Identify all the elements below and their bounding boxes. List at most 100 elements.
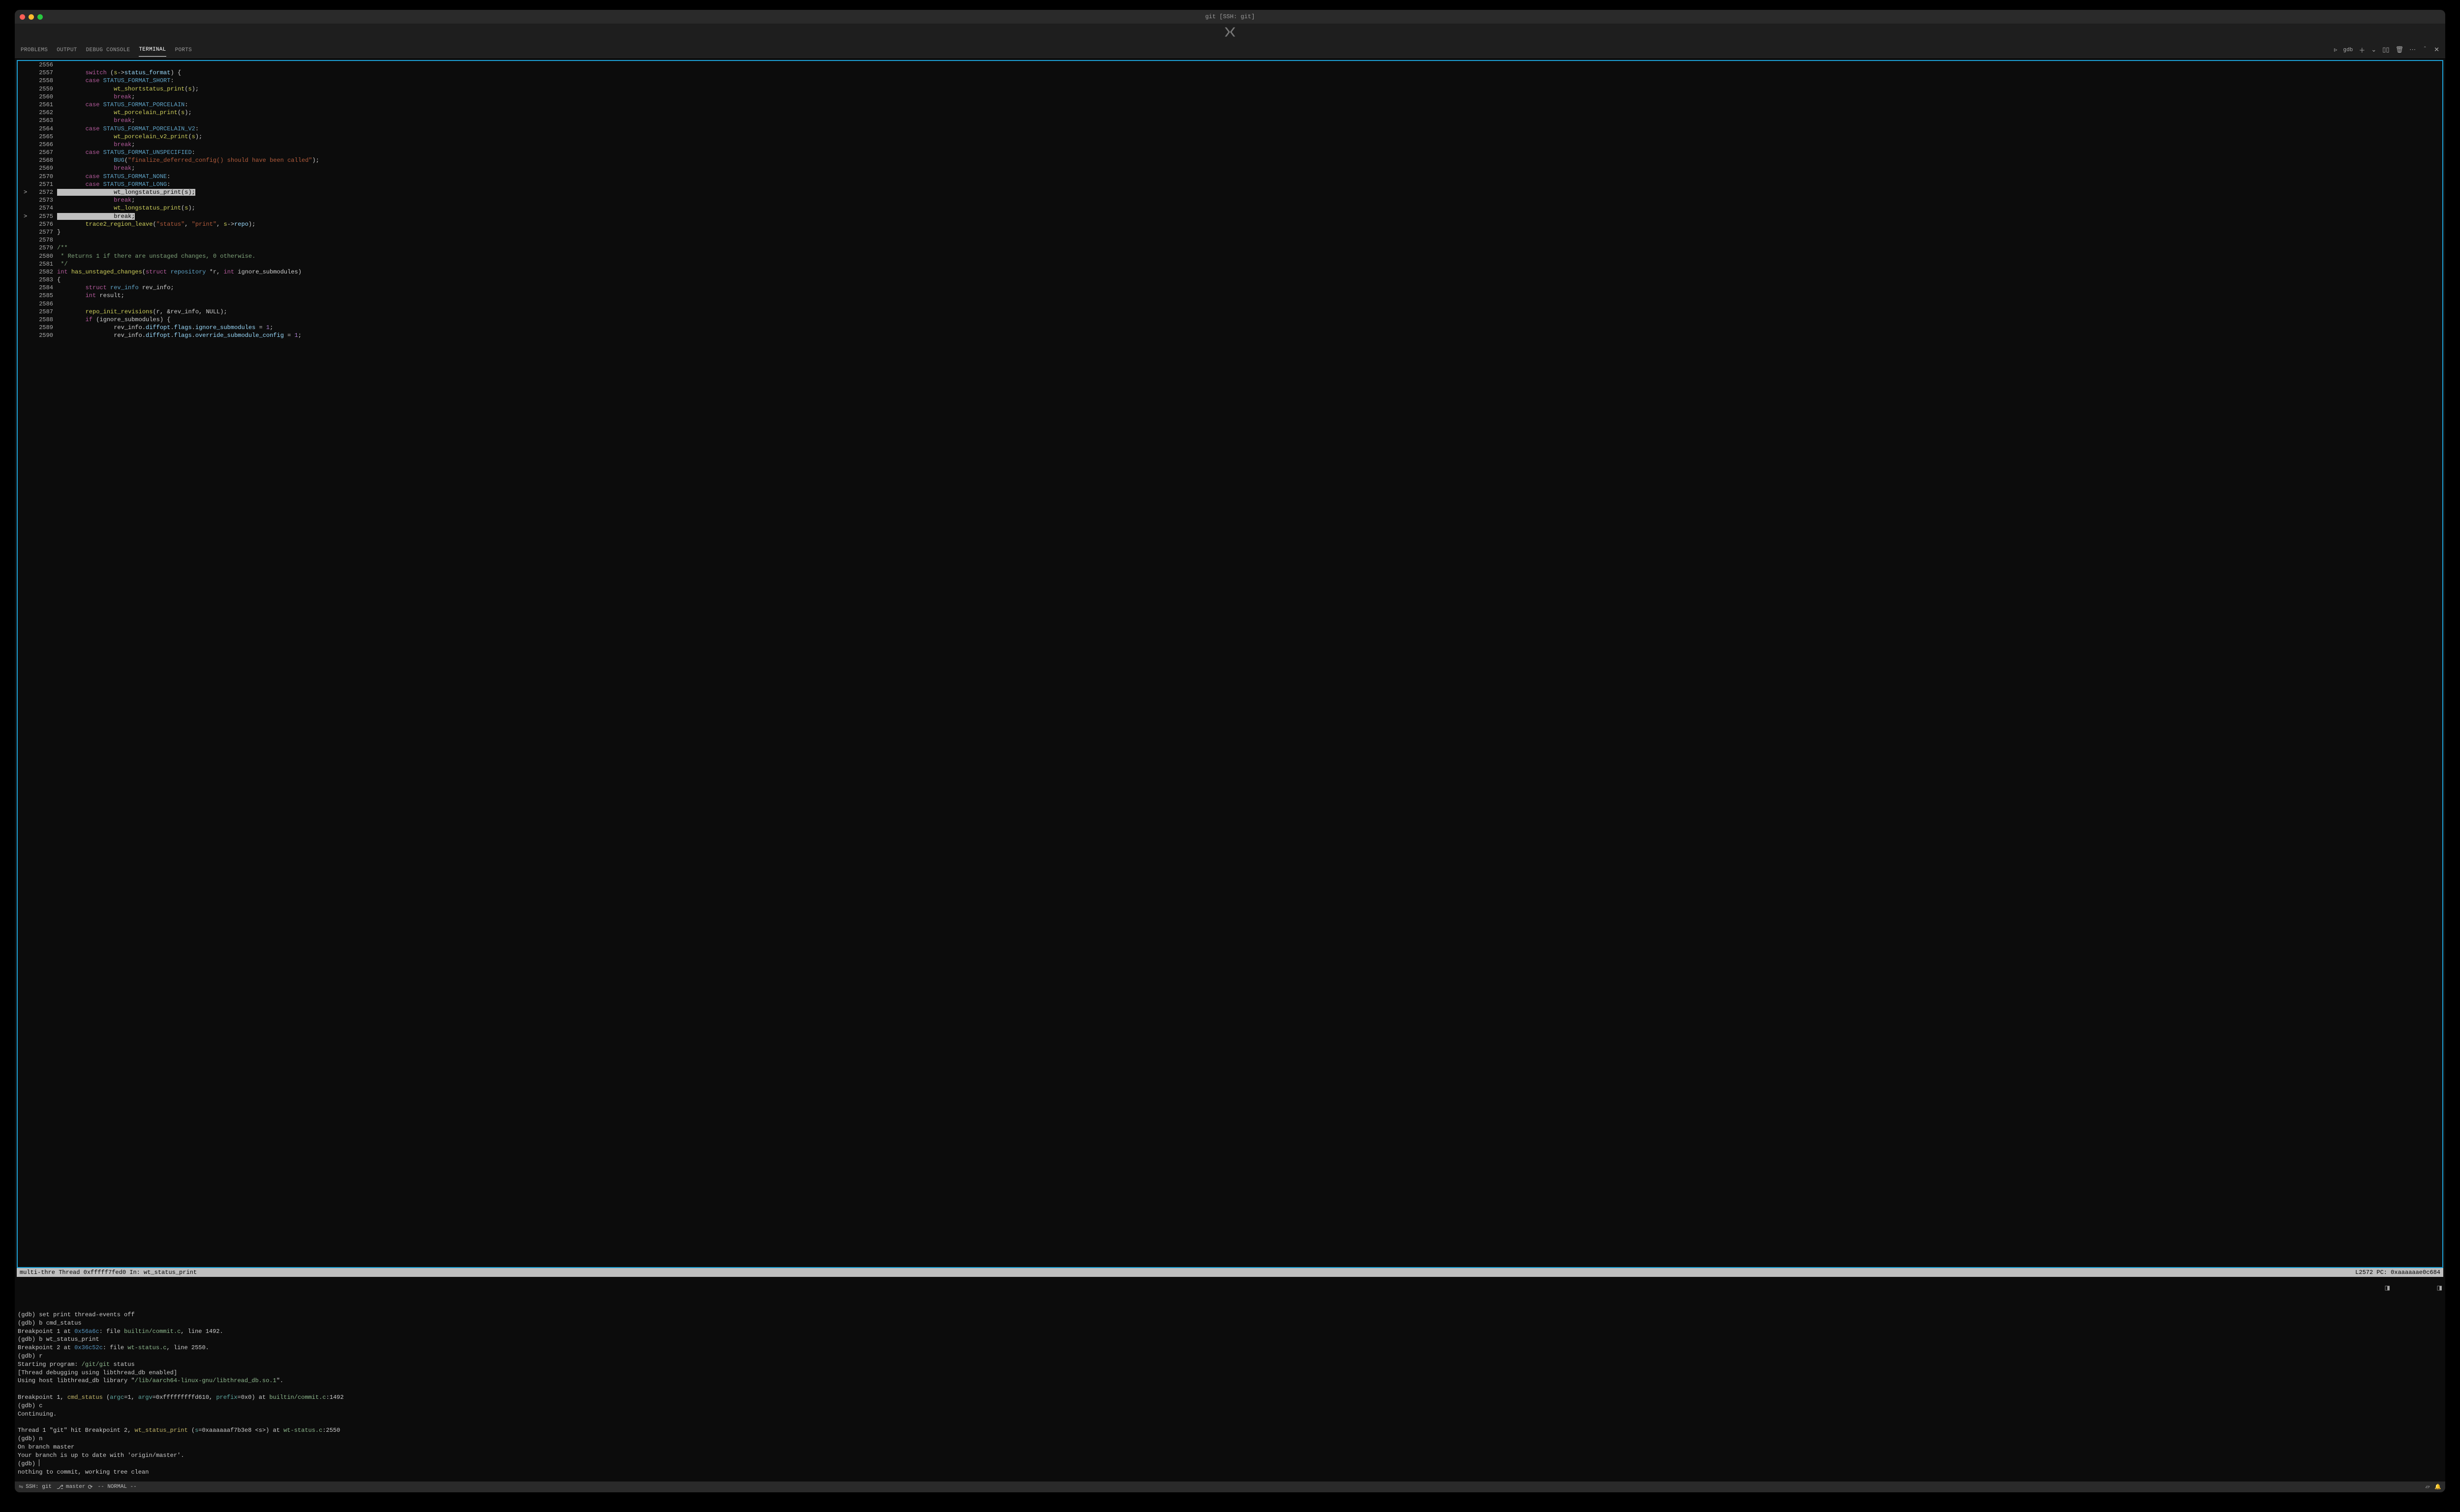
terminal-profile-name: gdb — [2343, 47, 2353, 53]
gutter-mark: > — [24, 212, 33, 220]
notifications-bell-icon[interactable]: 🔔 — [2434, 1483, 2441, 1490]
remote-icon: ⇋ — [19, 1483, 23, 1490]
gutter-mark — [24, 268, 33, 276]
tui-status-right: L2572 PC: 0xaaaaaae0c684 — [2355, 1269, 2440, 1276]
source-line: 2560 break; — [18, 93, 2442, 101]
gutter-mark — [24, 156, 33, 164]
more-actions-icon[interactable]: ⋯ — [2409, 46, 2416, 54]
source-line: 2571 case STATUS_FORMAT_LONG: — [18, 181, 2442, 188]
remote-ssh-indicator[interactable]: ⇋ SSH: git — [19, 1483, 52, 1490]
minimize-window-button[interactable] — [29, 14, 34, 20]
vim-mode-indicator: -- NORMAL -- — [98, 1484, 137, 1490]
code-content: wt_shortstatus_print(s); — [57, 85, 199, 93]
code-content: repo_init_revisions(r, &rev_info, NULL); — [57, 308, 227, 316]
line-number: 2558 — [33, 77, 57, 85]
source-line: 2565 wt_porcelain_v2_print(s); — [18, 133, 2442, 141]
code-content: struct rev_info rev_info; — [57, 284, 174, 292]
gdb-tui-source-window[interactable]: 2556 2557 switch (s->status_format) { 25… — [17, 60, 2443, 1268]
gutter-mark — [24, 316, 33, 324]
line-number: 2570 — [33, 173, 57, 181]
source-line: 2583{ — [18, 276, 2442, 284]
gdb-output-line: (gdb) b cmd_status — [18, 1319, 2442, 1328]
kill-terminal-icon[interactable]: 🗑 — [2396, 46, 2404, 54]
terminal-area[interactable]: 2556 2557 switch (s->status_format) { 25… — [15, 58, 2445, 1482]
source-line: 2581 */ — [18, 260, 2442, 268]
code-content: case STATUS_FORMAT_UNSPECIFIED: — [57, 149, 195, 156]
close-window-button[interactable] — [20, 14, 25, 20]
line-number: 2580 — [33, 252, 57, 260]
panel-tabs: PROBLEMS OUTPUT DEBUG CONSOLE TERMINAL P… — [15, 42, 2445, 58]
source-line: 2590 rev_info.diffopt.flags.override_sub… — [18, 332, 2442, 339]
source-line: 2588 if (ignore_submodules) { — [18, 316, 2442, 324]
source-line: 2573 break; — [18, 196, 2442, 204]
code-content: break; — [57, 93, 135, 101]
gdb-output-line: [Thread debugging using libthread_db ena… — [18, 1369, 2442, 1377]
code-content: int has_unstaged_changes(struct reposito… — [57, 268, 302, 276]
source-line: >2572 wt_longstatus_print(s); — [18, 188, 2442, 196]
tab-ports[interactable]: PORTS — [175, 47, 192, 53]
remote-host-label: SSH: git — [26, 1484, 52, 1490]
gdb-output-line: (gdb) — [18, 1459, 2442, 1468]
code-content: break; — [57, 196, 135, 204]
line-number: 2574 — [33, 204, 57, 212]
gutter-mark — [24, 69, 33, 77]
traffic-lights — [20, 14, 43, 20]
gdb-output-line: Breakpoint 1 at 0x56a6c: file builtin/co… — [18, 1328, 2442, 1336]
line-number: 2588 — [33, 316, 57, 324]
tab-problems[interactable]: PROBLEMS — [21, 47, 48, 53]
gutter-mark — [24, 252, 33, 260]
app-window: git [SSH: git] PROBLEMS OUTPUT DEBUG CON… — [15, 10, 2445, 1492]
gutter-mark — [24, 133, 33, 141]
editor-placeholder — [15, 24, 2445, 42]
tab-output[interactable]: OUTPUT — [57, 47, 77, 53]
tab-debug-console[interactable]: DEBUG CONSOLE — [86, 47, 130, 53]
vscode-logo-icon — [1223, 25, 1237, 41]
code-content: break; — [57, 117, 135, 124]
gutter-mark — [24, 276, 33, 284]
split-terminal-icon[interactable]: ▯▯ — [2382, 46, 2389, 54]
scroll-indicator-icon: ◨ — [2437, 1284, 2442, 1293]
maximize-window-button[interactable] — [37, 14, 43, 20]
gutter-mark — [24, 164, 33, 172]
gutter-mark — [24, 85, 33, 93]
gutter-mark — [24, 308, 33, 316]
source-line: 2589 rev_info.diffopt.flags.ignore_submo… — [18, 324, 2442, 332]
code-content: if (ignore_submodules) { — [57, 316, 170, 324]
gutter-mark — [24, 61, 33, 69]
terminal-dropdown-icon[interactable]: ⌄ — [2371, 46, 2376, 54]
maximize-panel-icon[interactable]: ＾ — [2422, 45, 2428, 55]
code-content: wt_porcelain_v2_print(s); — [57, 133, 202, 141]
code-content: break; — [57, 212, 135, 220]
gdb-output-line: On branch master — [18, 1443, 2442, 1452]
code-content: */ — [57, 260, 68, 268]
source-line: 2586 — [18, 300, 2442, 308]
git-sync-icon[interactable]: ⟳ — [88, 1483, 92, 1491]
line-number: 2573 — [33, 196, 57, 204]
gutter-mark — [24, 284, 33, 292]
gutter-mark — [24, 173, 33, 181]
gdb-output-line: Breakpoint 1, cmd_status (argc=1, argv=0… — [18, 1393, 2442, 1402]
line-number: 2590 — [33, 332, 57, 339]
window-titlebar[interactable]: git [SSH: git] — [15, 10, 2445, 24]
code-content: break; — [57, 164, 135, 172]
source-line: 2584 struct rev_info rev_info; — [18, 284, 2442, 292]
layout-button-icon[interactable]: ▱ — [2426, 1483, 2429, 1490]
line-number: 2564 — [33, 125, 57, 133]
source-line: 2558 case STATUS_FORMAT_SHORT: — [18, 77, 2442, 85]
gdb-output-line: Starting program: /git/git status — [18, 1361, 2442, 1369]
line-number: 2576 — [33, 220, 57, 228]
line-number: 2568 — [33, 156, 57, 164]
line-number: 2556 — [33, 61, 57, 69]
new-terminal-button[interactable]: ＋ — [2359, 45, 2365, 55]
code-content: case STATUS_FORMAT_PORCELAIN_V2: — [57, 125, 199, 133]
gutter-mark — [24, 220, 33, 228]
line-number: 2583 — [33, 276, 57, 284]
line-number: 2565 — [33, 133, 57, 141]
code-content: wt_longstatus_print(s); — [57, 204, 195, 212]
tab-terminal[interactable]: TERMINAL — [139, 47, 166, 57]
close-panel-icon[interactable]: ✕ — [2434, 46, 2439, 54]
source-line: 2569 break; — [18, 164, 2442, 172]
git-branch-item[interactable]: ⎇ master ⟳ — [57, 1483, 93, 1491]
terminal-launch-profile-icon[interactable]: ▹ — [2334, 46, 2337, 54]
gdb-command-window[interactable]: ◨ ◨ (gdb) set print thread-events off(gd… — [15, 1277, 2445, 1482]
